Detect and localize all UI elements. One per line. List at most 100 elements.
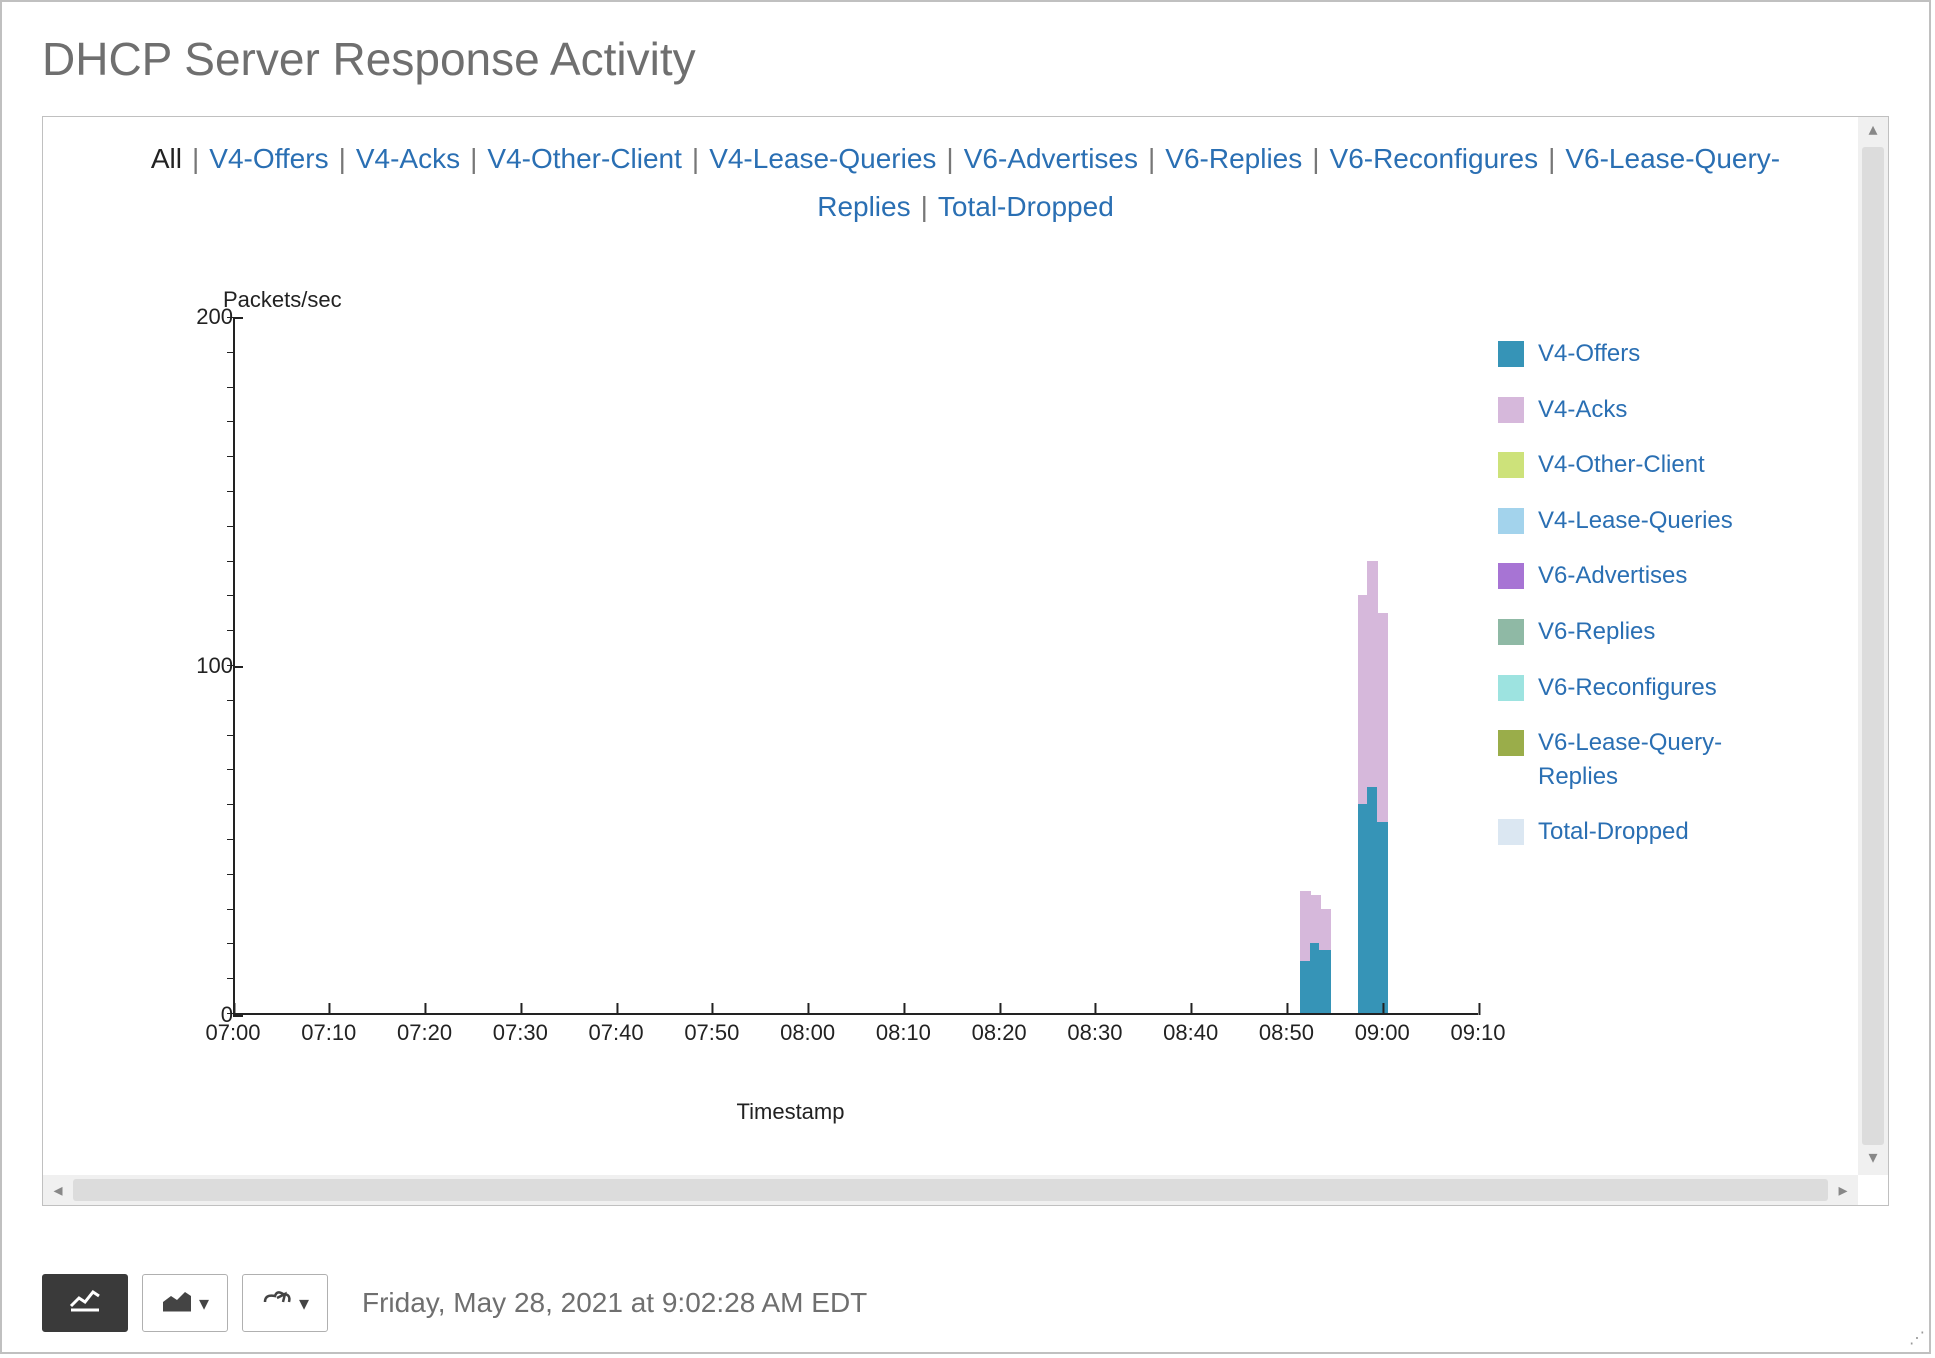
legend-swatch [1498, 619, 1524, 645]
filter-separator: | [692, 143, 699, 174]
x-tick: 09:10 [1450, 1020, 1505, 1046]
filter-separator: | [1148, 143, 1155, 174]
data-segment [1377, 613, 1388, 822]
y-minor-tick [227, 491, 235, 492]
scroll-up-arrow-icon[interactable]: ▴ [1858, 119, 1888, 145]
filter-v4-acks[interactable]: V4-Acks [356, 143, 460, 174]
x-tick: 08:30 [1067, 1020, 1122, 1046]
chart-panel: ▴ ▾ ◂ ▸ All | V4-Offers | V4-Acks | V4-Other-C… [42, 116, 1889, 1206]
legend: V4-Offers V4-Acks V4-Other-Client V4-Lease-… [1498, 337, 1798, 871]
horizontal-scrollbar-thumb[interactable] [73, 1179, 1828, 1201]
widget-container: DHCP Server Response Activity ▴ ▾ ◂ ▸ Al… [0, 0, 1931, 1354]
legend-label: V4-Acks [1538, 393, 1627, 427]
filter-v4-other-client[interactable]: V4-Other-Client [487, 143, 682, 174]
legend-label: V6-Advertises [1538, 559, 1687, 593]
legend-item[interactable]: V4-Lease-Queries [1498, 504, 1798, 538]
y-tick: 100 [153, 653, 233, 679]
filter-v6-reconfigures[interactable]: V6-Reconfigures [1330, 143, 1539, 174]
y-minor-tick [227, 387, 235, 388]
x-tick: 07:10 [301, 1020, 356, 1046]
y-minor-tick [227, 943, 235, 944]
area-chart-icon [161, 1288, 193, 1318]
legend-label: V6-Replies [1538, 615, 1655, 649]
filter-all[interactable]: All [151, 143, 182, 174]
filter-separator: | [946, 143, 953, 174]
filter-v4-offers[interactable]: V4-Offers [209, 143, 328, 174]
legend-label: Total-Dropped [1538, 815, 1689, 849]
legend-label: V4-Other-Client [1538, 448, 1705, 482]
caret-down-icon: ▾ [199, 1291, 209, 1316]
y-minor-tick [227, 352, 235, 353]
y-minor-tick [227, 839, 235, 840]
widget-title: DHCP Server Response Activity [42, 32, 1889, 86]
y-tick: 200 [153, 304, 233, 330]
vertical-scrollbar-thumb[interactable] [1862, 147, 1884, 1145]
export-icon [261, 1288, 293, 1318]
x-tick: 07:50 [684, 1020, 739, 1046]
filter-v6-replies[interactable]: V6-Replies [1165, 143, 1302, 174]
x-tick: 09:00 [1355, 1020, 1410, 1046]
x-tick: 07:40 [589, 1020, 644, 1046]
legend-swatch [1498, 819, 1524, 845]
filter-separator: | [921, 191, 928, 222]
legend-swatch [1498, 452, 1524, 478]
chart-zone: Packets/sec 0100200 07:0007:1007:2007:30… [103, 287, 1828, 1085]
scroll-down-arrow-icon[interactable]: ▾ [1858, 1147, 1888, 1173]
legend-item[interactable]: V6-Replies [1498, 615, 1798, 649]
legend-item[interactable]: Total-Dropped [1498, 815, 1798, 849]
y-minor-tick [227, 665, 235, 666]
scroll-right-arrow-icon[interactable]: ▸ [1830, 1175, 1856, 1205]
x-axis: 07:0007:1007:2007:3007:4007:5008:0008:10… [233, 1020, 1478, 1070]
y-minor-tick [227, 769, 235, 770]
area-chart-button[interactable]: ▾ [142, 1274, 228, 1332]
legend-label: V4-Offers [1538, 337, 1640, 371]
resize-grip-icon[interactable]: ⋰ [1905, 1328, 1925, 1348]
x-axis-label: Timestamp [103, 1099, 1478, 1125]
legend-item[interactable]: V4-Other-Client [1498, 448, 1798, 482]
legend-item[interactable]: V4-Offers [1498, 337, 1798, 371]
horizontal-scrollbar[interactable]: ◂ ▸ [43, 1175, 1858, 1205]
toolbar: ▾ ▾ Friday, May 28, 2021 at 9:02:28 AM E… [42, 1274, 1889, 1332]
series-filter-row: All | V4-Offers | V4-Acks | V4-Other-Client | V4… [43, 117, 1888, 240]
legend-item[interactable]: V6-Reconfigures [1498, 671, 1798, 705]
filter-v4-lease-queries[interactable]: V4-Lease-Queries [709, 143, 936, 174]
legend-label: V6-Reconfigures [1538, 671, 1717, 705]
legend-label: V6-Lease-Query-Replies [1538, 726, 1778, 793]
legend-swatch [1498, 563, 1524, 589]
filter-separator: | [470, 143, 477, 174]
y-axis-label: Packets/sec [223, 287, 342, 313]
plot-area [233, 317, 1478, 1015]
x-tick: 08:40 [1163, 1020, 1218, 1046]
x-tick: 07:00 [205, 1020, 260, 1046]
legend-swatch [1498, 341, 1524, 367]
legend-swatch [1498, 397, 1524, 423]
data-segment [1319, 950, 1330, 1013]
x-tick: 08:10 [876, 1020, 931, 1046]
legend-item[interactable]: V6-Advertises [1498, 559, 1798, 593]
y-minor-tick [227, 804, 235, 805]
filter-separator: | [339, 143, 346, 174]
legend-label: V4-Lease-Queries [1538, 504, 1733, 538]
y-minor-tick [227, 456, 235, 457]
line-chart-button[interactable] [42, 1274, 128, 1332]
export-button[interactable]: ▾ [242, 1274, 328, 1332]
data-segment [1319, 909, 1330, 951]
y-minor-tick [227, 978, 235, 979]
x-tick: 07:30 [493, 1020, 548, 1046]
line-chart-icon [69, 1288, 101, 1318]
vertical-scrollbar[interactable]: ▴ ▾ [1858, 117, 1888, 1175]
legend-item[interactable]: V6-Lease-Query-Replies [1498, 726, 1798, 793]
y-minor-tick [227, 874, 235, 875]
y-minor-tick [227, 317, 235, 318]
scroll-left-arrow-icon[interactable]: ◂ [45, 1175, 71, 1205]
legend-swatch [1498, 675, 1524, 701]
filter-separator: | [1548, 143, 1555, 174]
y-axis: 0100200 [153, 317, 233, 1015]
x-tick: 08:00 [780, 1020, 835, 1046]
filter-total-dropped[interactable]: Total-Dropped [938, 191, 1114, 222]
caret-down-icon: ▾ [299, 1291, 309, 1316]
legend-item[interactable]: V4-Acks [1498, 393, 1798, 427]
y-minor-tick [227, 700, 235, 701]
filter-v6-advertises[interactable]: V6-Advertises [964, 143, 1138, 174]
y-minor-tick [227, 595, 235, 596]
